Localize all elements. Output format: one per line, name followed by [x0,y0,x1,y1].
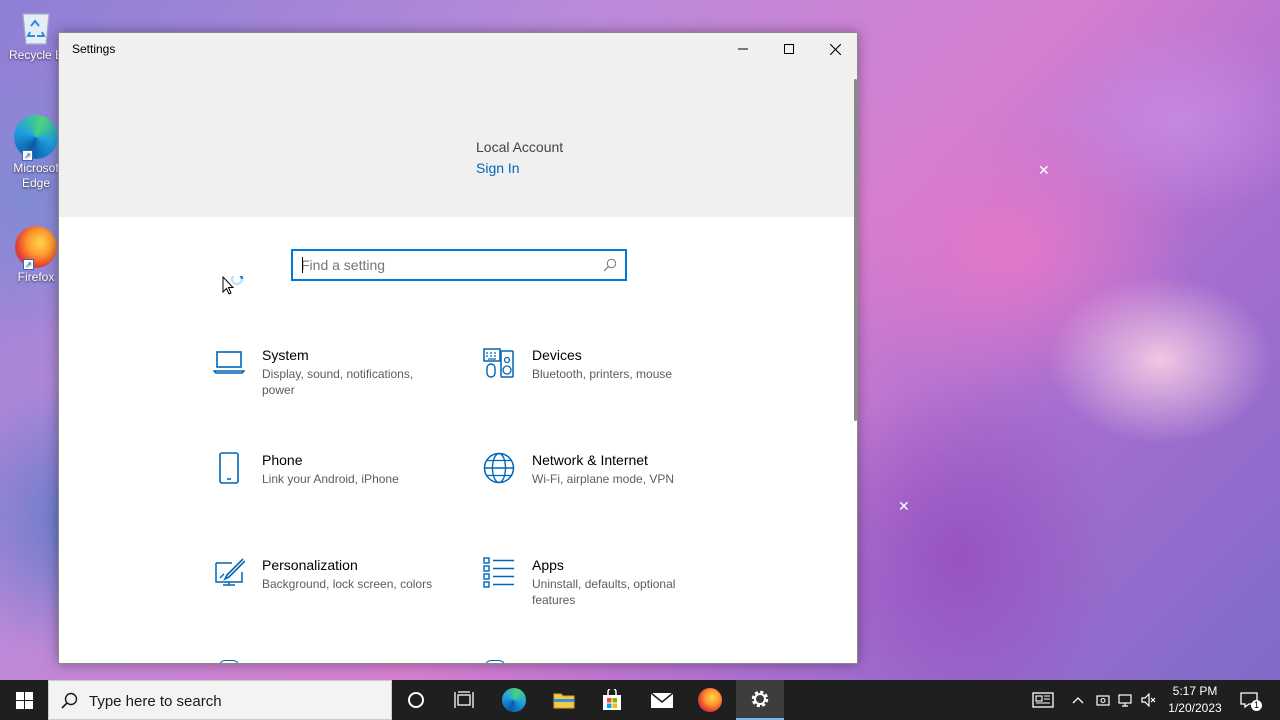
sign-in-link[interactable]: Sign In [476,160,520,176]
shortcut-arrow-icon: ↗ [23,259,34,270]
start-button[interactable] [0,680,48,720]
scrollbar-thumb[interactable] [854,79,857,421]
wallpaper-sparkle: ✕ [1038,162,1050,178]
meet-now-icon [1096,695,1110,706]
paint-icon [215,558,245,586]
search-icon [61,692,78,709]
category-title: Apps [532,557,564,573]
taskbar-store[interactable] [588,680,636,720]
settings-window: Settings Local Account Sign In System Di… [58,32,858,664]
category-personalization[interactable]: Personalization Background, lock screen,… [213,557,463,627]
taskbar-file-explorer[interactable] [540,680,588,720]
wallpaper-sparkle: ✕ [898,498,910,514]
edge-icon: ↗ [14,115,58,161]
find-setting-input[interactable] [301,255,591,275]
laptop-icon [213,351,245,374]
close-button[interactable] [812,33,857,65]
category-description: Display, sound, notifications, power [262,367,414,397]
chevron-up-icon [1072,697,1084,704]
shortcut-arrow-icon: ↗ [22,150,33,161]
category-description: Wi-Fi, airplane mode, VPN [532,472,675,486]
edge-icon [502,688,526,712]
category-apps[interactable]: Apps Uninstall, defaults, optional featu… [483,557,733,627]
search-icon [603,258,617,272]
recycle-bin-icon [19,8,53,46]
maximize-button[interactable] [766,33,812,65]
category-description: Background, lock screen, colors [262,577,433,591]
category-phone[interactable]: Phone Link your Android, iPhone [213,452,463,522]
busy-cursor-icon [222,276,244,295]
news-icon [1032,692,1054,708]
devices-icon [483,348,514,378]
category-title: Devices [532,347,582,363]
tray-meet-now[interactable] [1092,680,1114,720]
maximize-icon [784,44,794,54]
windows-logo-icon [15,691,33,709]
account-header [59,65,857,217]
category-title: Phone [262,452,303,468]
taskbar-firefox[interactable] [686,680,734,720]
firefox-icon [698,688,722,712]
store-bag-icon [603,689,621,710]
taskbar-edge[interactable] [490,680,538,720]
cortana-button[interactable] [392,680,440,720]
minimize-icon [738,48,748,50]
task-view-button[interactable] [440,680,488,720]
partially-visible-category-icon [485,660,505,663]
volume-muted-icon [1141,693,1156,707]
clock-time: 5:17 PM [1172,684,1218,698]
taskbar-search-placeholder: Type here to search [89,693,222,710]
clock-date: 1/20/2023 [1168,701,1222,715]
account-name: Local Account [476,139,564,155]
category-description: Uninstall, defaults, optional features [532,577,676,607]
show-hidden-icons-button[interactable] [1066,680,1090,720]
partially-visible-category-icon [219,660,239,663]
category-system[interactable]: System Display, sound, notifications, po… [213,347,463,417]
category-description: Bluetooth, printers, mouse [532,367,673,381]
network-icon [1118,694,1132,707]
taskbar-search-box[interactable]: Type here to search [48,680,392,720]
taskbar-mail[interactable] [638,680,686,720]
close-icon [829,43,841,55]
notification-count-badge: 1 [1251,700,1262,711]
folder-icon [553,693,575,709]
minimize-button[interactable] [720,33,766,65]
task-view-icon [454,691,474,708]
category-devices[interactable]: Devices Bluetooth, printers, mouse [483,347,733,417]
cortana-icon [408,692,424,708]
tray-network[interactable] [1115,680,1137,720]
firefox-icon: ↗ [15,226,57,270]
category-title: Personalization [262,557,358,573]
tray-volume[interactable] [1138,680,1160,720]
category-title: System [262,347,309,363]
mail-icon [650,692,674,708]
title-bar[interactable]: Settings [59,33,857,65]
taskbar: Type here to search 5:17 PM 1/20/2023 [0,680,1280,720]
taskbar-settings[interactable] [736,680,784,720]
category-description: Link your Android, iPhone [262,472,399,486]
category-network-internet[interactable]: Network & Internet Wi-Fi, airplane mode,… [483,452,733,522]
phone-icon [219,452,239,484]
text-caret [302,257,303,273]
find-setting-search-box[interactable] [291,249,627,281]
category-title: Network & Internet [532,452,648,468]
gear-icon [751,690,769,708]
globe-icon [483,452,515,484]
taskbar-clock[interactable]: 5:17 PM 1/20/2023 [1160,683,1230,717]
window-title: Settings [72,42,116,56]
taskbar-news-button[interactable] [1028,680,1058,720]
apps-list-icon [483,557,514,588]
